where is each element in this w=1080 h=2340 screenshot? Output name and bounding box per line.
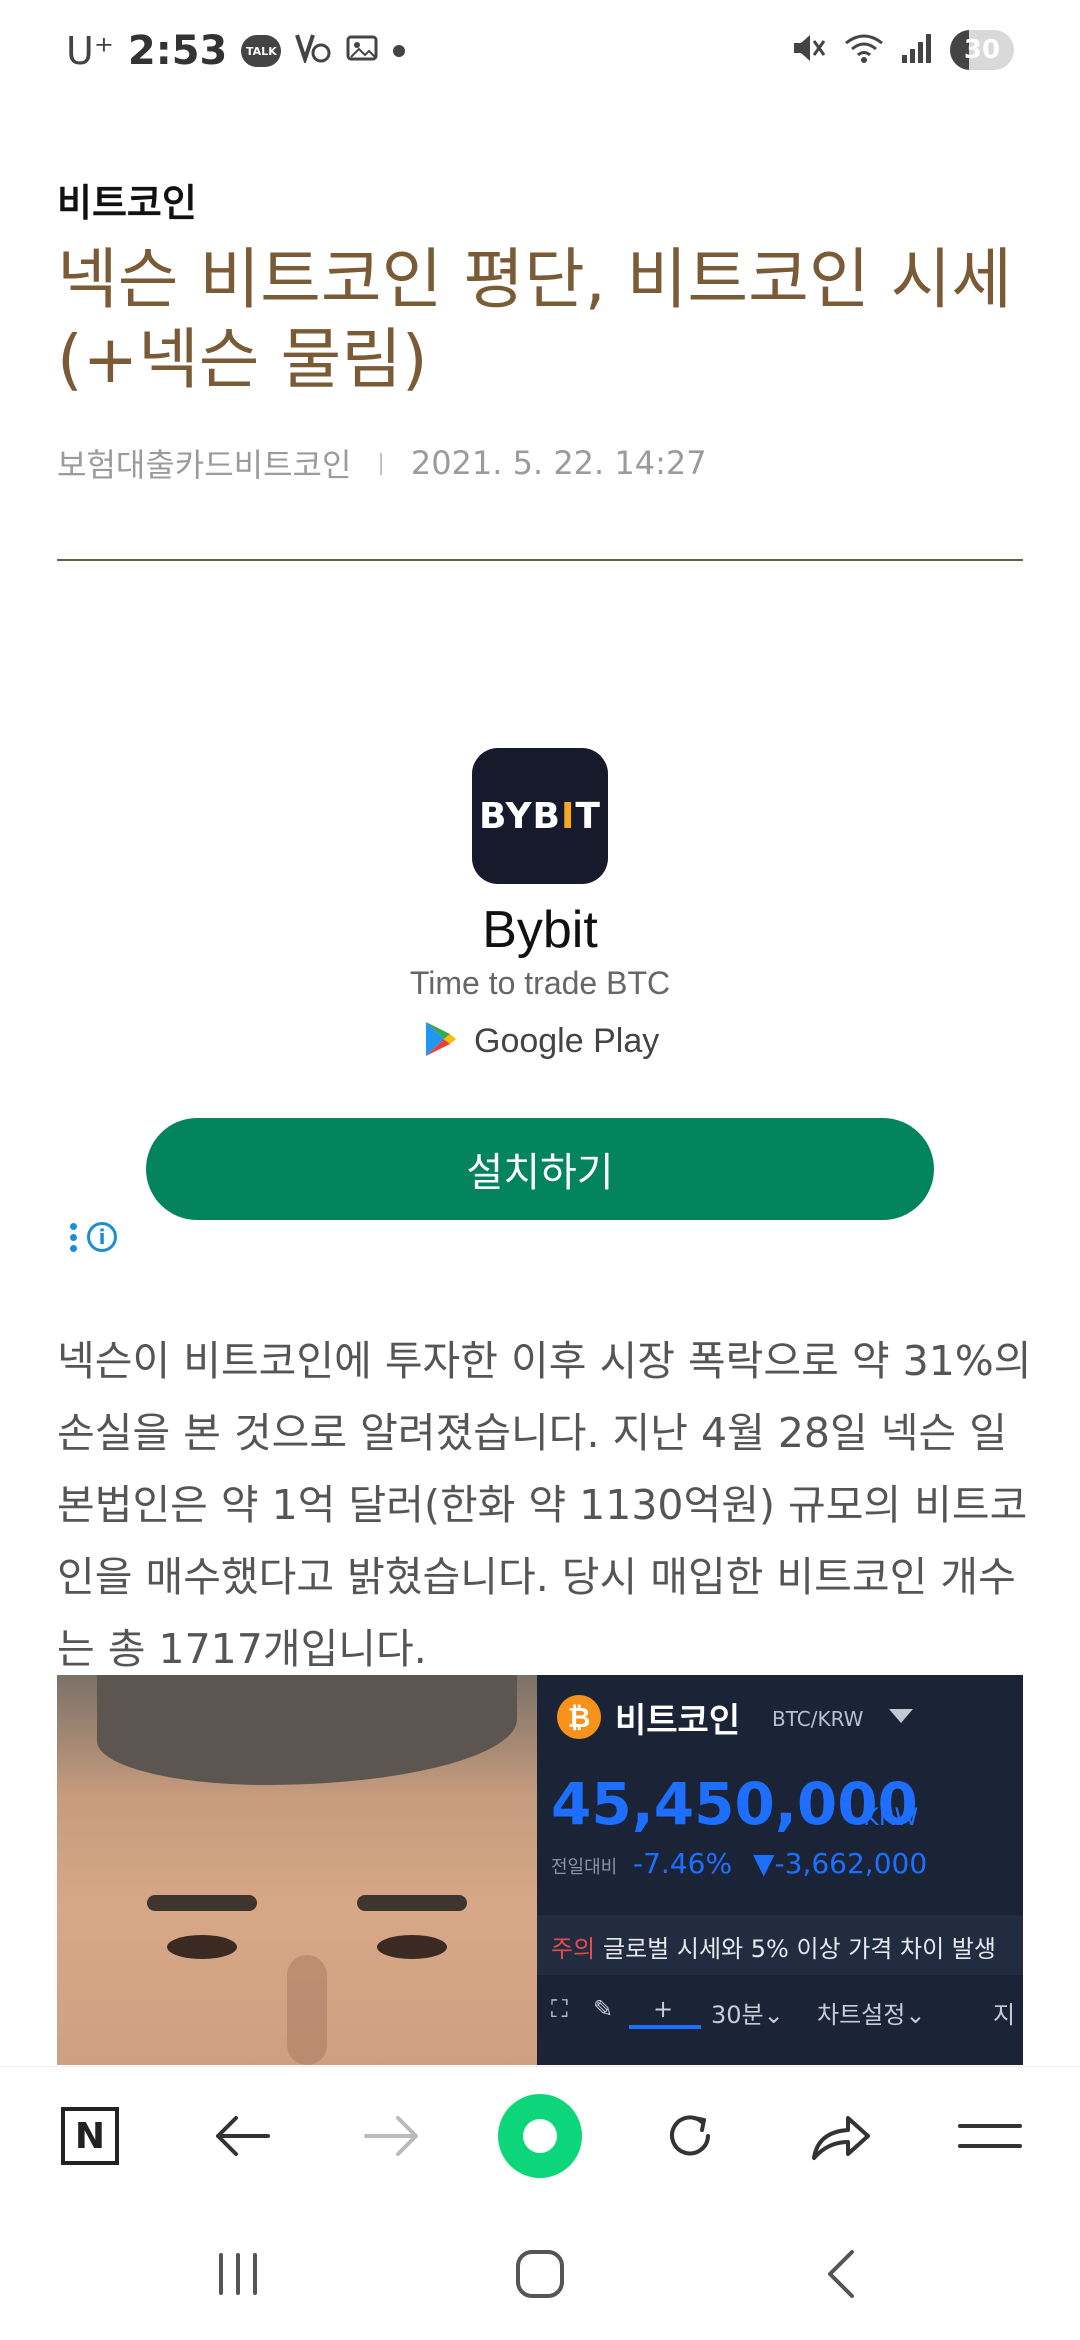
fullscreen-icon: ⛶ bbox=[551, 1995, 568, 2023]
portrait-nose bbox=[287, 1955, 327, 2065]
portrait-photo bbox=[57, 1675, 537, 2065]
change-amount: ▼-3,662,000 bbox=[753, 1847, 928, 1880]
plus-icon: + bbox=[653, 1995, 674, 2023]
notification-dot-icon bbox=[393, 45, 406, 57]
ad-info-symbol: i bbox=[98, 1225, 106, 1249]
ad-app-name[interactable]: Bybit bbox=[0, 900, 1080, 960]
kakaotalk-icon: TALK bbox=[241, 35, 282, 67]
price-panel: ₿ 비트코인 BTC/KRW 45,450,000 KRW 전일대비 -7.46… bbox=[537, 1675, 1023, 2065]
battery-percent: 30 bbox=[963, 35, 1001, 65]
green-dot-icon[interactable] bbox=[480, 2067, 600, 2205]
green-dot-button bbox=[498, 2094, 582, 2178]
ad-options: i bbox=[70, 1222, 117, 1252]
portrait-brow-left bbox=[147, 1895, 257, 1911]
ad-info-icon[interactable]: i bbox=[87, 1222, 117, 1252]
blog-name-link[interactable]: 보험대출카드비트코인 bbox=[57, 440, 351, 486]
app-icon-text-2: T bbox=[575, 795, 601, 837]
bybit-app-icon[interactable]: BYB I T bbox=[472, 748, 608, 884]
pen-icon: ✎ bbox=[593, 1995, 614, 2023]
install-button[interactable]: 설치하기 bbox=[146, 1118, 934, 1220]
portrait-hair bbox=[97, 1675, 517, 1785]
naver-home-icon[interactable]: N bbox=[30, 2067, 150, 2205]
refresh-icon[interactable] bbox=[630, 2067, 750, 2205]
change-label: 전일대비 bbox=[551, 1857, 618, 1878]
signal-icon bbox=[900, 31, 934, 69]
system-back-icon[interactable] bbox=[782, 2234, 902, 2314]
header-divider bbox=[57, 559, 1023, 561]
naver-logo: N bbox=[61, 2107, 119, 2165]
warning-label: 주의 bbox=[551, 1935, 596, 1963]
article-meta: 보험대출카드비트코인 | 2021. 5. 22. 14:27 bbox=[57, 440, 707, 486]
article-paragraph: 넥슨이 비트코인에 투자한 이후 시장 폭락으로 약 31%의 손실을 본 것으… bbox=[57, 1337, 1032, 1673]
status-bar: U⁺ 2:53 TALK 30 bbox=[0, 0, 1080, 110]
menu-icon[interactable] bbox=[930, 2067, 1050, 2205]
app-icon-text-bar: I bbox=[561, 795, 576, 837]
active-tab-indicator bbox=[629, 2025, 701, 2029]
portrait-brow-right bbox=[357, 1895, 467, 1911]
google-play-label: Google Play bbox=[474, 1021, 660, 1060]
naver-logo-letter: N bbox=[74, 2115, 106, 2157]
change-percent: -7.46% bbox=[633, 1847, 733, 1880]
chart-settings: 차트설정⌄ bbox=[817, 2001, 926, 2029]
ad-tagline: Time to trade BTC bbox=[409, 965, 671, 1001]
warning-text: 글로벌 시세와 5% 이상 가격 차이 발생 bbox=[603, 1935, 996, 1963]
status-right: 30 bbox=[790, 30, 1014, 70]
coin-name: 비트코인 bbox=[615, 1701, 741, 1741]
coin-pair: BTC/KRW bbox=[772, 1707, 864, 1731]
recent-apps-icon[interactable] bbox=[178, 2234, 298, 2314]
home-icon[interactable] bbox=[480, 2234, 600, 2314]
bitcoin-symbol: ₿ bbox=[567, 1700, 591, 1734]
post-date: 2021. 5. 22. 14:27 bbox=[410, 444, 707, 482]
price-unit: KRW bbox=[863, 1803, 919, 1831]
mute-icon bbox=[790, 31, 828, 69]
bitcoin-icon: ₿ bbox=[557, 1695, 601, 1739]
chevron-down-icon bbox=[889, 1709, 913, 1723]
meta-separator: | bbox=[377, 450, 385, 476]
google-play-badge: Google Play bbox=[424, 1020, 659, 1062]
battery-icon: 30 bbox=[950, 30, 1014, 70]
volte-icon bbox=[295, 31, 331, 71]
wifi-icon bbox=[844, 31, 884, 69]
category-link[interactable]: 비트코인 bbox=[57, 172, 197, 227]
ad-menu-icon[interactable] bbox=[70, 1222, 77, 1252]
interval-select: 30분⌄ bbox=[711, 2001, 784, 2029]
portrait-eye-left bbox=[167, 1935, 237, 1959]
back-arrow-icon[interactable] bbox=[182, 2067, 302, 2205]
share-icon[interactable] bbox=[780, 2067, 900, 2205]
article-image[interactable]: ₿ 비트코인 BTC/KRW 45,450,000 KRW 전일대비 -7.46… bbox=[57, 1675, 1023, 2065]
app-icon-text-1: BYB bbox=[479, 795, 561, 837]
browser-toolbar: N bbox=[0, 2066, 1080, 2205]
forward-arrow-icon[interactable] bbox=[332, 2067, 452, 2205]
status-left: U⁺ 2:53 TALK bbox=[66, 28, 406, 74]
clock: 2:53 bbox=[127, 28, 228, 74]
page-title: 넥슨 비트코인 평단, 비트코인 시세 (+넥슨 물림) bbox=[57, 241, 1012, 398]
system-nav-bar bbox=[0, 2204, 1080, 2340]
toolbar-overflow: 지 bbox=[993, 2001, 1016, 2029]
google-play-icon bbox=[424, 1020, 458, 1062]
screenshot-icon bbox=[345, 31, 379, 71]
carrier-label: U⁺ bbox=[66, 29, 114, 73]
kakaotalk-badge-text: TALK bbox=[246, 44, 277, 58]
portrait-eye-right bbox=[377, 1935, 447, 1959]
